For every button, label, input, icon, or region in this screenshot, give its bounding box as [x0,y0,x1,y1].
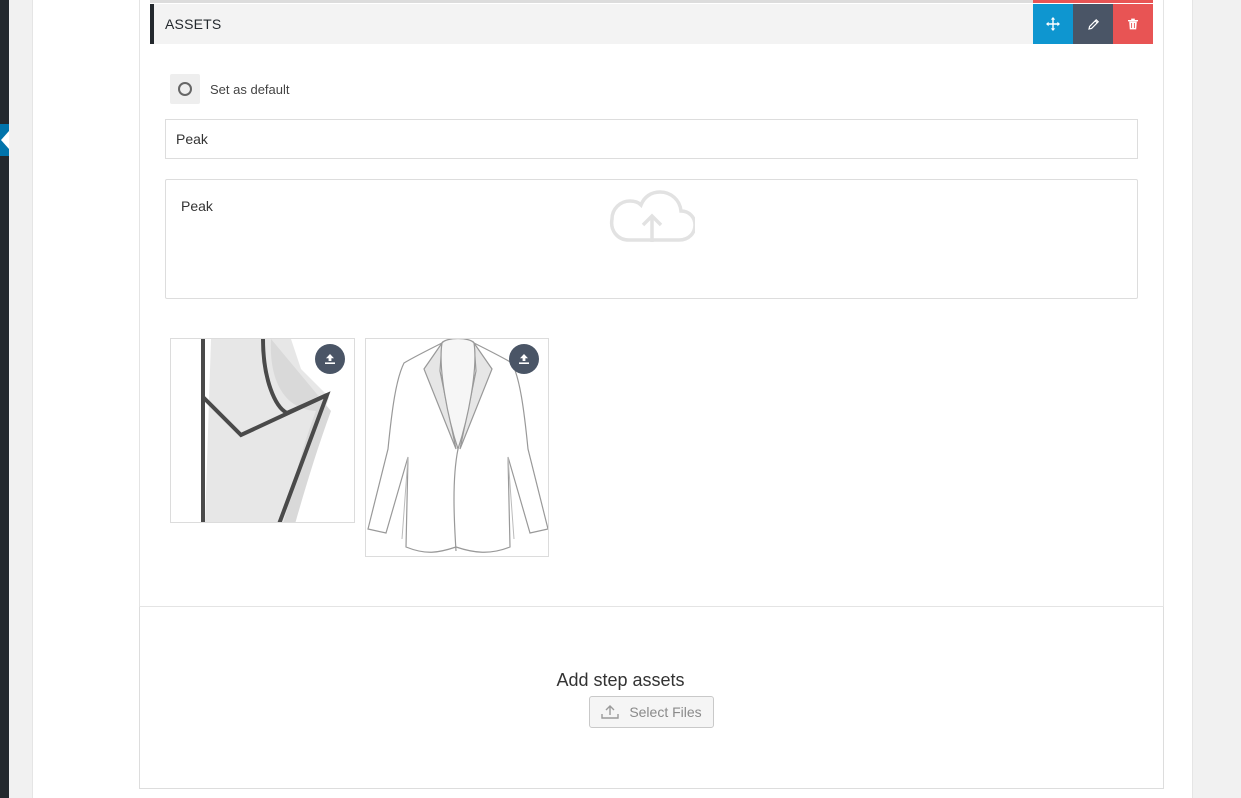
chevron-left-icon [1,131,9,149]
move-icon [1046,17,1060,31]
delete-button[interactable] [1113,4,1153,44]
uploader-title: Add step assets [556,670,685,690]
section-header: ASSETS [150,4,1153,44]
asset-description-textarea[interactable]: Peak [165,179,1138,299]
radio-circle-icon [178,82,192,96]
asset-thumbnail[interactable] [365,338,549,557]
description-text: Peak [181,198,213,214]
upload-button[interactable] [315,344,345,374]
previous-item-edge [150,0,1153,3]
section-title: ASSETS [165,16,222,32]
upload-icon [325,354,335,364]
pencil-icon [1087,18,1099,30]
upload-icon [601,705,620,719]
default-radio[interactable] [170,74,200,104]
upload-icon [519,354,529,364]
asset-thumbnail[interactable] [170,338,355,523]
select-files-button[interactable]: Select Files [589,696,714,728]
asset-name-input[interactable] [165,119,1138,159]
select-files-label: Select Files [629,704,702,720]
move-button[interactable] [1033,4,1073,44]
default-radio-label: Set as default [210,82,290,97]
upload-button[interactable] [509,344,539,374]
edit-button[interactable] [1073,4,1113,44]
trash-icon [1128,18,1138,30]
cloud-upload-icon [609,190,695,242]
sidebar-collapse-tab[interactable] [0,124,9,156]
